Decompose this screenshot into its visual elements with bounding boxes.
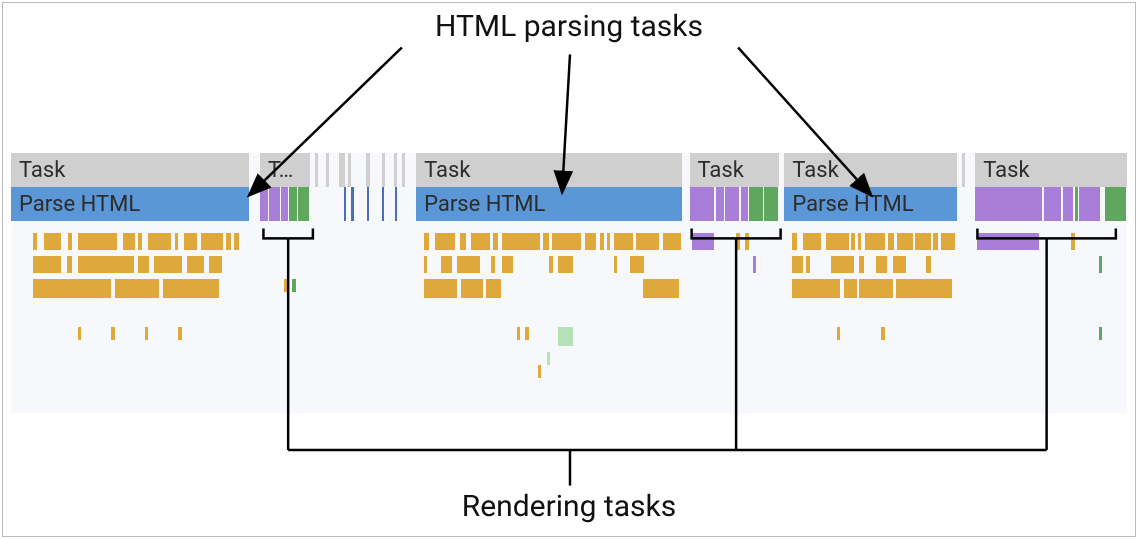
parse-html-3: Parse HTML: [784, 187, 957, 221]
bottom-label: Rendering tasks: [462, 489, 676, 524]
task-block-3: Task: [416, 153, 682, 187]
performance-timeline: Task T… Task Task Task Task Parse HTML P…: [11, 153, 1127, 413]
flame-chart-detail: [11, 221, 1127, 413]
parse-html-1: Parse HTML: [11, 187, 249, 221]
task-block-5: Task: [784, 153, 957, 187]
task-block-1: Task: [11, 153, 249, 187]
parse-row: Parse HTML Parse HTML Parse HTML: [11, 187, 1127, 221]
parse-html-2: Parse HTML: [416, 187, 682, 221]
task-block-4: Task: [690, 153, 779, 187]
task-row: Task T… Task Task Task Task: [11, 153, 1127, 187]
task-block-2: T…: [260, 153, 310, 187]
task-block-6: Task: [975, 153, 1127, 187]
diagram-frame: HTML parsing tasks Rendering tasks Task …: [2, 2, 1136, 537]
top-label: HTML parsing tasks: [435, 9, 703, 44]
